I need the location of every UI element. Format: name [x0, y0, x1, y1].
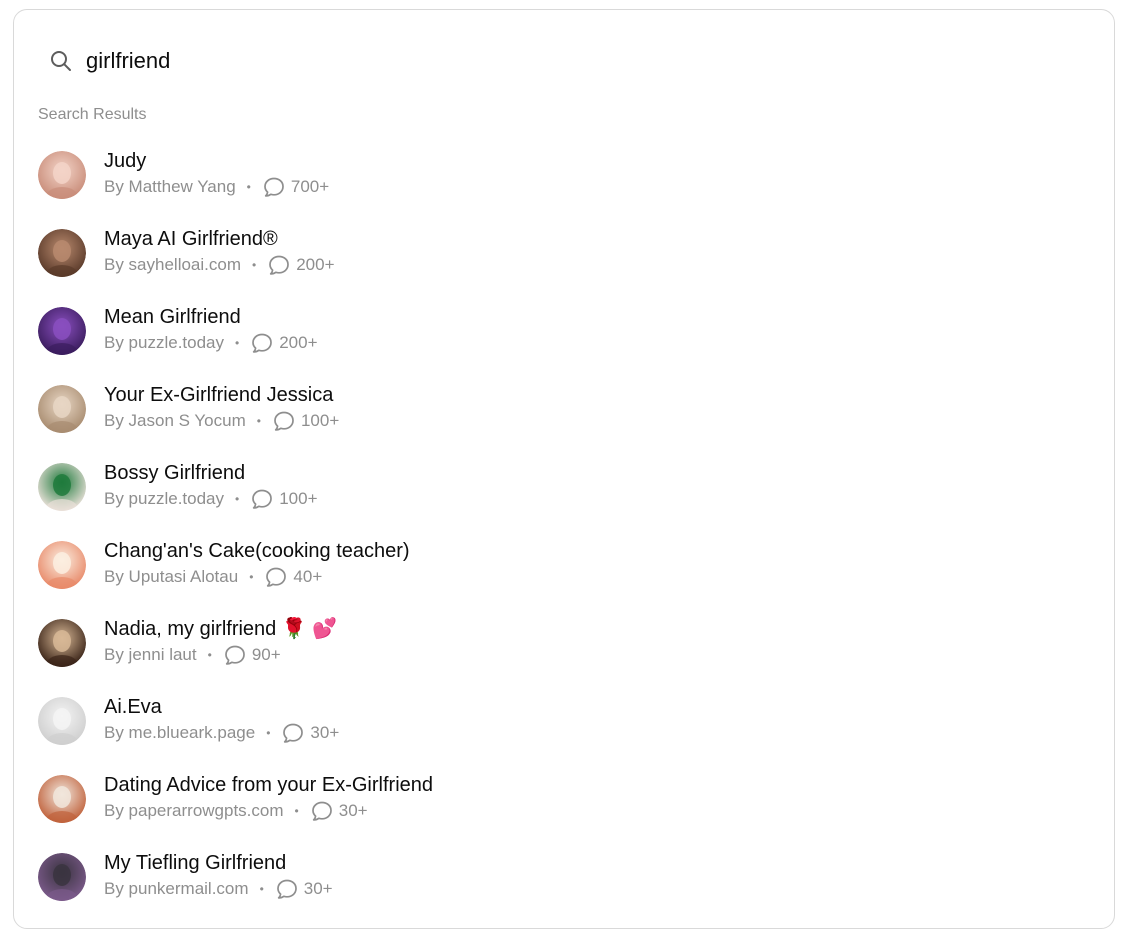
result-meta: By punkermail.com • 30+: [104, 877, 333, 901]
result-text: Your Ex-Girlfriend Jessica By Jason S Yo…: [104, 382, 339, 433]
result-meta: By jenni laut • 90+: [104, 643, 337, 667]
result-chat-count: 90+: [251, 645, 281, 664]
result-meta: By Uputasi Alotau • 40+: [104, 565, 410, 589]
avatar: [38, 385, 86, 433]
result-name: Maya AI Girlfriend®: [104, 228, 278, 250]
results-list: Judy By Matthew Yang • 700+ Maya AI Girl…: [38, 148, 1098, 928]
separator-dot: •: [256, 414, 261, 428]
avatar: [38, 463, 86, 511]
result-chat-count: 200+: [279, 333, 318, 352]
result-text: Dating Advice from your Ex-Girlfriend By…: [104, 772, 433, 823]
chat-bubble-icon: [267, 253, 291, 277]
result-author: By Matthew Yang: [104, 177, 236, 196]
result-author: By jenni laut: [104, 645, 197, 664]
result-meta: By Jason S Yocum • 100+: [104, 409, 339, 433]
avatar: [38, 541, 86, 589]
chat-bubble-icon: [250, 487, 274, 511]
result-text: My Tiefling Girlfriend By punkermail.com…: [104, 850, 333, 901]
chat-bubble-icon: [281, 721, 305, 745]
result-item[interactable]: Dating Advice from your Ex-Girlfriend By…: [38, 772, 1098, 850]
result-name: Dating Advice from your Ex-Girlfriend: [104, 774, 434, 796]
separator-dot: •: [246, 180, 251, 194]
result-name: Your Ex-Girlfriend Jessica: [104, 384, 334, 406]
separator-dot: •: [207, 648, 212, 662]
avatar: [38, 229, 86, 277]
chat-bubble-icon: [264, 565, 288, 589]
result-chat-count: 30+: [338, 801, 368, 820]
result-author: By sayhelloai.com: [104, 255, 242, 274]
result-name: Chang'an's Cake(cooking teacher): [104, 540, 410, 562]
result-text: Bossy Girlfriend By puzzle.today • 100+: [104, 460, 318, 511]
avatar: [38, 853, 86, 901]
result-chat-count: 30+: [310, 723, 340, 742]
result-chat-count: 100+: [279, 489, 318, 508]
result-author: By paperarrowgpts.com: [104, 801, 284, 820]
result-text: Chang'an's Cake(cooking teacher) By Uput…: [104, 538, 410, 589]
result-item[interactable]: Chang'an's Cake(cooking teacher) By Uput…: [38, 538, 1098, 616]
section-label: Search Results: [38, 106, 147, 123]
result-chat-count: 700+: [290, 177, 330, 196]
chat-bubble-icon: [250, 331, 274, 355]
result-name: Judy: [104, 150, 147, 172]
result-item[interactable]: Judy By Matthew Yang • 700+: [38, 148, 1098, 226]
result-item[interactable]: Mean Girlfriend By puzzle.today • 200+: [38, 304, 1098, 382]
result-chat-count: 40+: [293, 567, 323, 586]
result-chat-count: 200+: [296, 255, 335, 274]
result-name: My Tiefling Girlfriend: [104, 852, 287, 874]
chat-bubble-icon: [272, 409, 296, 433]
result-item[interactable]: Maya AI Girlfriend® By sayhelloai.com • …: [38, 226, 1098, 304]
separator-dot: •: [235, 336, 240, 350]
separator-dot: •: [252, 258, 257, 272]
result-item[interactable]: Nadia, my girlfriend 🌹 💕 By jenni laut •…: [38, 616, 1098, 694]
search-bar[interactable]: [50, 39, 1090, 83]
avatar: [38, 307, 86, 355]
separator-dot: •: [249, 570, 254, 584]
result-item[interactable]: Ai.Eva By me.blueark.page • 30+: [38, 694, 1098, 772]
result-item[interactable]: Your Ex-Girlfriend Jessica By Jason S Yo…: [38, 382, 1098, 460]
result-author: By puzzle.today: [104, 489, 225, 508]
search-panel: Search Results Judy By Matthew Yang • 70…: [13, 9, 1115, 929]
result-text: Judy By Matthew Yang • 700+: [104, 148, 329, 199]
chat-bubble-icon: [223, 643, 247, 667]
result-meta: By me.blueark.page • 30+: [104, 721, 339, 745]
result-author: By me.blueark.page: [104, 723, 256, 742]
separator-dot: •: [266, 726, 271, 740]
avatar: [38, 775, 86, 823]
chat-bubble-icon: [310, 799, 334, 823]
result-chat-count: 30+: [303, 879, 333, 898]
result-text: Nadia, my girlfriend 🌹 💕 By jenni laut •…: [104, 616, 337, 667]
avatar: [38, 619, 86, 667]
result-name: Nadia, my girlfriend 🌹 💕: [104, 618, 338, 640]
result-text: Maya AI Girlfriend® By sayhelloai.com • …: [104, 226, 335, 277]
separator-dot: •: [259, 882, 264, 896]
result-meta: By sayhelloai.com • 200+: [104, 253, 335, 277]
result-author: By punkermail.com: [104, 879, 249, 898]
result-author: By Uputasi Alotau: [104, 567, 239, 586]
separator-dot: •: [235, 492, 240, 506]
result-meta: By paperarrowgpts.com • 30+: [104, 799, 433, 823]
result-meta: By puzzle.today • 200+: [104, 331, 318, 355]
result-meta: By Matthew Yang • 700+: [104, 175, 329, 199]
result-text: Ai.Eva By me.blueark.page • 30+: [104, 694, 339, 745]
avatar: [38, 697, 86, 745]
search-icon: [50, 50, 72, 72]
avatar: [38, 151, 86, 199]
result-author: By Jason S Yocum: [104, 411, 246, 430]
result-name: Ai.Eva: [104, 696, 162, 718]
chat-bubble-icon: [275, 877, 299, 901]
separator-dot: •: [294, 804, 299, 818]
result-author: By puzzle.today: [104, 333, 225, 352]
result-name: Bossy Girlfriend: [104, 462, 246, 484]
search-input[interactable]: [86, 48, 986, 74]
result-text: Mean Girlfriend By puzzle.today • 200+: [104, 304, 318, 355]
result-item[interactable]: My Tiefling Girlfriend By punkermail.com…: [38, 850, 1098, 928]
result-item[interactable]: Bossy Girlfriend By puzzle.today • 100+: [38, 460, 1098, 538]
result-name: Mean Girlfriend: [104, 306, 241, 328]
chat-bubble-icon: [262, 175, 286, 199]
result-chat-count: 100+: [300, 411, 340, 430]
result-meta: By puzzle.today • 100+: [104, 487, 318, 511]
